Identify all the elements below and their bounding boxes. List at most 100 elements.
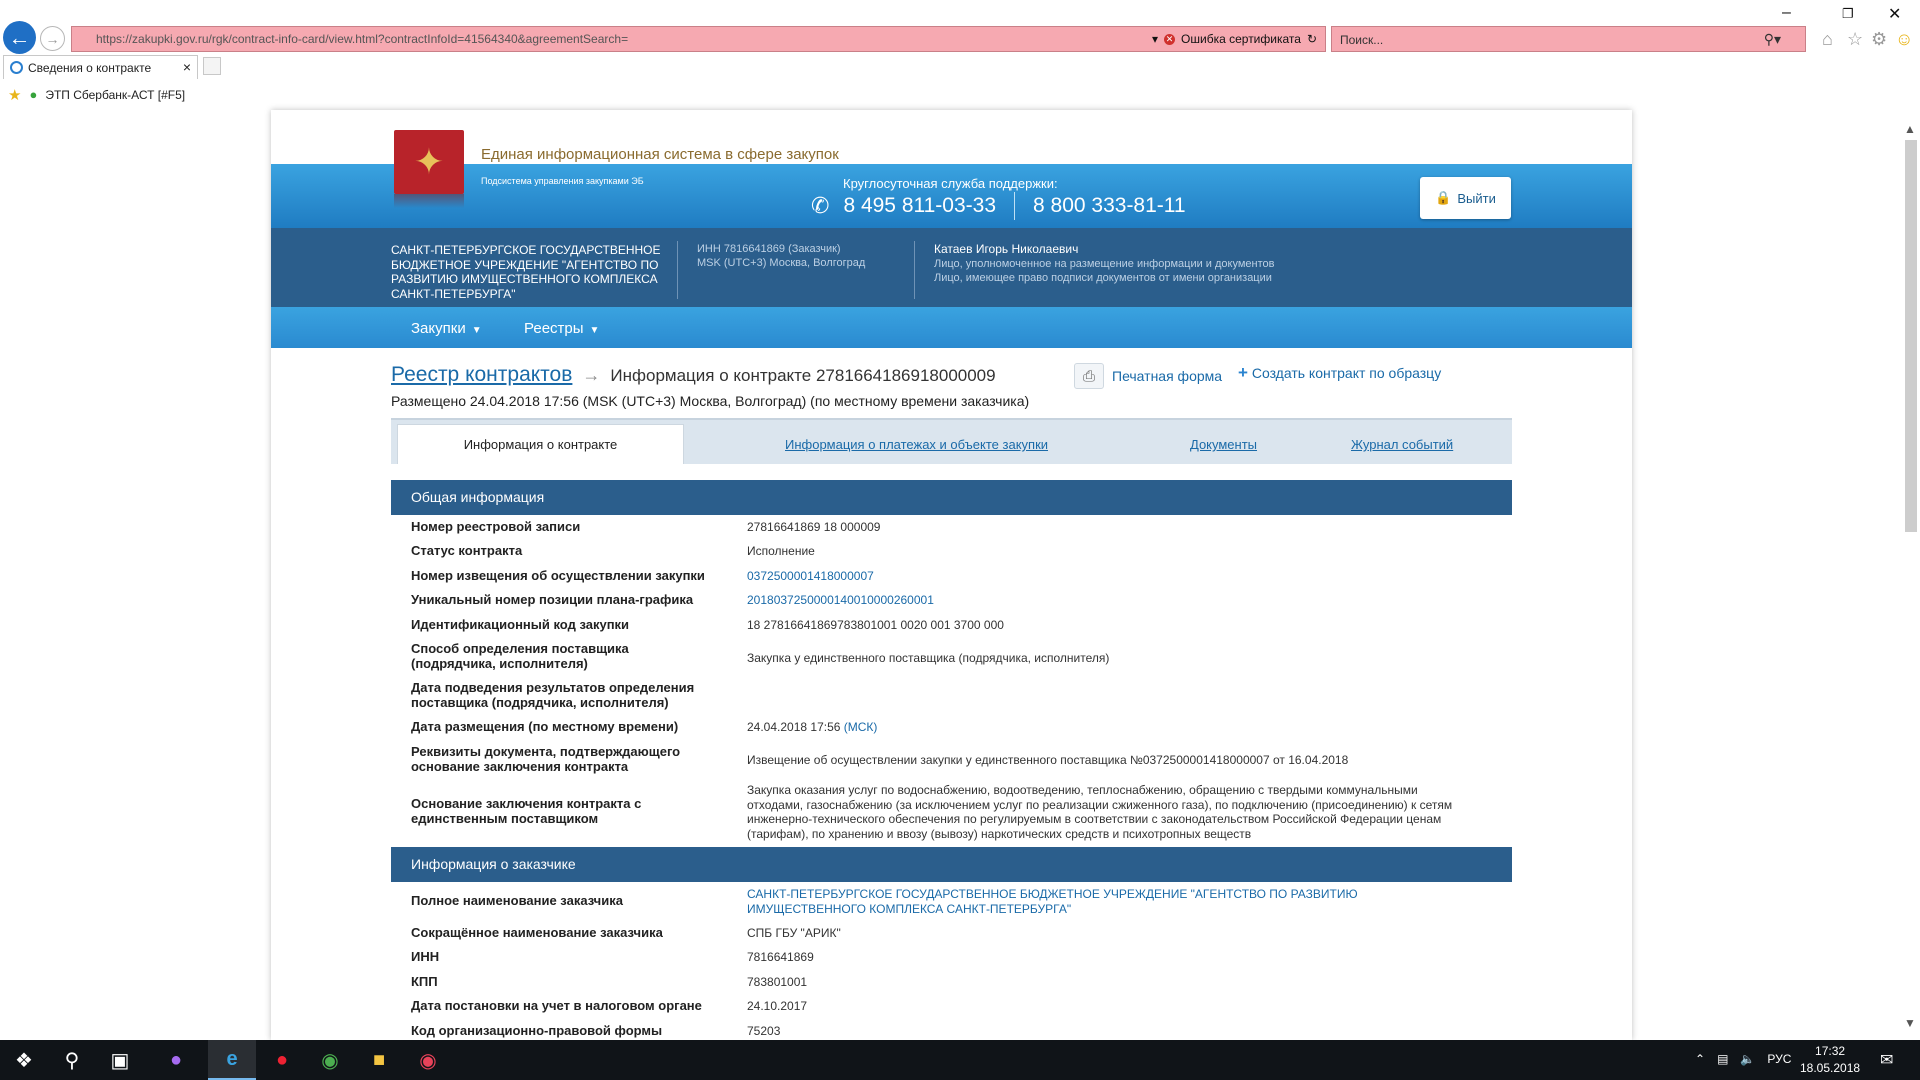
date-value: 24.04.2018 17:56 xyxy=(747,720,841,734)
coat-of-arms-logo[interactable]: ✦ xyxy=(394,130,464,194)
field-value: 7816641869 xyxy=(747,950,814,964)
plan-position-link[interactable]: 2018037250000140010000260001 xyxy=(747,593,1467,608)
field-label: ИНН xyxy=(411,949,440,964)
restore-icon[interactable]: ❐ xyxy=(1842,6,1854,22)
search-icon[interactable]: ⚲▾ xyxy=(1764,31,1781,48)
subsystem-label: Подсистема управления закупками ЭБ xyxy=(481,176,644,186)
favorite-link[interactable]: ЭТП Сбербанк-АСТ [#F5] xyxy=(45,88,185,102)
tab-close-icon[interactable]: × xyxy=(183,59,191,75)
organization-inn-block: ИНН 7816641869 (Заказчик) MSK (UTC+3) Мо… xyxy=(697,242,865,270)
search-icon: ⚲ xyxy=(64,1049,80,1072)
scroll-up-icon[interactable]: ▲ xyxy=(1904,122,1916,136)
field-label: Способ определения поставщика (подрядчик… xyxy=(411,641,629,671)
alice-button[interactable]: ● xyxy=(152,1040,200,1080)
taskbar-yandex[interactable]: ● xyxy=(258,1040,306,1080)
task-view-button[interactable]: ▣ xyxy=(96,1040,144,1080)
address-bar[interactable]: https://zakupki.gov.ru/rgk/contract-info… xyxy=(71,26,1326,52)
tab-title: Сведения о контракте xyxy=(28,61,152,75)
favorites-icon[interactable]: ★ xyxy=(8,86,21,104)
printer-icon: ⎙ xyxy=(1074,363,1104,389)
organization-inn: ИНН 7816641869 (Заказчик) xyxy=(697,243,841,255)
divider xyxy=(914,241,915,299)
tab-payments[interactable]: Информация о платежах и объекте закупки xyxy=(785,437,1048,452)
favorites-star-icon[interactable]: ☆ xyxy=(1847,29,1863,50)
customer-name-link[interactable]: САНКТ-ПЕТЕРБУРГСКОЕ ГОСУДАРСТВЕННОЕ БЮДЖ… xyxy=(747,887,1467,916)
folder-icon: ■ xyxy=(372,1048,386,1071)
nav-item-purchases[interactable]: Закупки ▼ xyxy=(411,320,482,337)
site-title[interactable]: Единая информационная система в сфере за… xyxy=(481,146,839,163)
search-placeholder: Поиск... xyxy=(1340,33,1384,47)
minimize-icon[interactable]: – xyxy=(1782,4,1791,22)
timezone-link[interactable]: (МСК) xyxy=(844,720,878,734)
field-value: Исполнение xyxy=(747,544,815,558)
gear-icon[interactable]: ⚙ xyxy=(1871,29,1887,50)
chevron-up-icon[interactable]: ⌃ xyxy=(1695,1052,1705,1066)
back-button[interactable]: ← xyxy=(3,21,36,54)
create-contract-link[interactable]: + Создать контракт по образцу xyxy=(1238,363,1441,383)
chevron-down-icon: ▼ xyxy=(589,325,600,336)
support-label: Круглосуточная служба поддержки: xyxy=(843,176,1058,191)
tab-event-log[interactable]: Журнал событий xyxy=(1351,437,1453,452)
logout-label: Выйти xyxy=(1457,190,1496,206)
favorites-bar: ★ ● ЭТП Сбербанк-АСТ [#F5] xyxy=(0,82,1920,104)
certificate-error-indicator[interactable]: ▾ ✕ Ошибка сертификата ↻ xyxy=(1152,32,1325,46)
search-button[interactable]: ⚲ xyxy=(48,1040,96,1080)
field-value: Извещение об осуществлении закупки у еди… xyxy=(747,753,1349,767)
field-label: Идентификационный код закупки xyxy=(411,617,630,632)
field-value: Закупка оказания услуг по водоснабжению,… xyxy=(747,783,1453,841)
notifications-icon[interactable]: ✉ xyxy=(1880,1050,1893,1070)
url-text[interactable]: https://zakupki.gov.ru/rgk/contract-info… xyxy=(72,32,1122,46)
plus-icon: + xyxy=(1238,363,1248,382)
close-icon[interactable]: ✕ xyxy=(1888,4,1901,24)
vertical-scrollbar[interactable]: ▲ ▼ xyxy=(1900,118,1920,1036)
clock-time: 17:32 xyxy=(1815,1044,1846,1058)
browser-tab-active[interactable]: Сведения о контракте × xyxy=(3,55,198,79)
print-form-link[interactable]: ⎙ Печатная форма xyxy=(1074,363,1222,389)
taskbar-chrome[interactable]: ◉ xyxy=(306,1040,354,1080)
start-button[interactable]: ❖ xyxy=(0,1040,48,1080)
taskbar-ie[interactable]: e xyxy=(208,1040,256,1080)
field-label: КПП xyxy=(411,974,438,989)
new-tab-button[interactable] xyxy=(203,57,221,75)
scroll-down-icon[interactable]: ▼ xyxy=(1904,1016,1916,1030)
tab-documents[interactable]: Документы xyxy=(1190,437,1257,452)
field-label: Сокращённое наименование заказчика xyxy=(411,925,663,940)
field-value: 75203 xyxy=(747,1024,781,1038)
forward-button[interactable]: → xyxy=(40,26,65,51)
clock[interactable]: 17:32 18.05.2018 xyxy=(1800,1043,1860,1077)
logout-button[interactable]: 🔒 Выйти xyxy=(1420,177,1511,219)
section-header-general: Общая информация xyxy=(391,480,1512,515)
taskbar-maps[interactable]: ◉ xyxy=(404,1040,452,1080)
clock-date: 18.05.2018 xyxy=(1800,1061,1861,1075)
home-icon[interactable]: ⌂ xyxy=(1822,29,1833,50)
field-value: 24.04.2018 17:56 (МСК) xyxy=(747,720,1467,735)
notice-number-link[interactable]: 0372500001418000007 xyxy=(747,569,1467,584)
scrollbar-thumb[interactable] xyxy=(1905,140,1917,532)
smiley-icon[interactable]: ☺ xyxy=(1895,29,1913,50)
page-title: Информация о контракте 27816641869180000… xyxy=(610,366,996,385)
field-label: Реквизиты документа, подтверждающего осн… xyxy=(411,744,681,774)
field-label: Дата подведения результатов определения … xyxy=(411,680,695,710)
volume-icon[interactable]: 🔈 xyxy=(1740,1052,1755,1066)
field-value: СПБ ГБУ "АРИК" xyxy=(747,926,841,940)
windows-icon: ❖ xyxy=(15,1049,33,1072)
yandex-icon: ● xyxy=(275,1048,289,1071)
language-indicator[interactable]: РУС xyxy=(1767,1052,1791,1066)
chevron-down-icon: ▼ xyxy=(471,325,482,336)
print-form-label: Печатная форма xyxy=(1112,368,1223,384)
taskbar-explorer[interactable]: ■ xyxy=(355,1040,403,1080)
page-content: ✦ Единая информационная система в сфере … xyxy=(271,110,1632,1040)
organization-name: САНКТ-ПЕТЕРБУРГСКОЕ ГОСУДАРСТВЕННОЕ БЮДЖ… xyxy=(391,243,661,301)
tab-label: Информация о контракте xyxy=(463,437,618,452)
breadcrumb-root-link[interactable]: Реестр контрактов xyxy=(391,363,572,387)
tab-contract-info[interactable]: Информация о контракте xyxy=(397,424,684,464)
dropdown-icon[interactable]: ▾ xyxy=(1152,32,1158,46)
nav-item-registries[interactable]: Реестры ▼ xyxy=(524,320,599,337)
field-label: Уникальный номер позиции плана-графика xyxy=(411,592,694,607)
url-path: /rgk/contract-info-card/view.html?contra… xyxy=(208,32,629,46)
search-input[interactable]: Поиск... ⚲▾ xyxy=(1331,26,1806,52)
divider xyxy=(677,241,678,299)
field-label: Код организационно-правовой формы xyxy=(411,1023,663,1038)
refresh-icon[interactable]: ↻ xyxy=(1307,32,1317,46)
network-icon[interactable]: ▤ xyxy=(1717,1052,1728,1066)
